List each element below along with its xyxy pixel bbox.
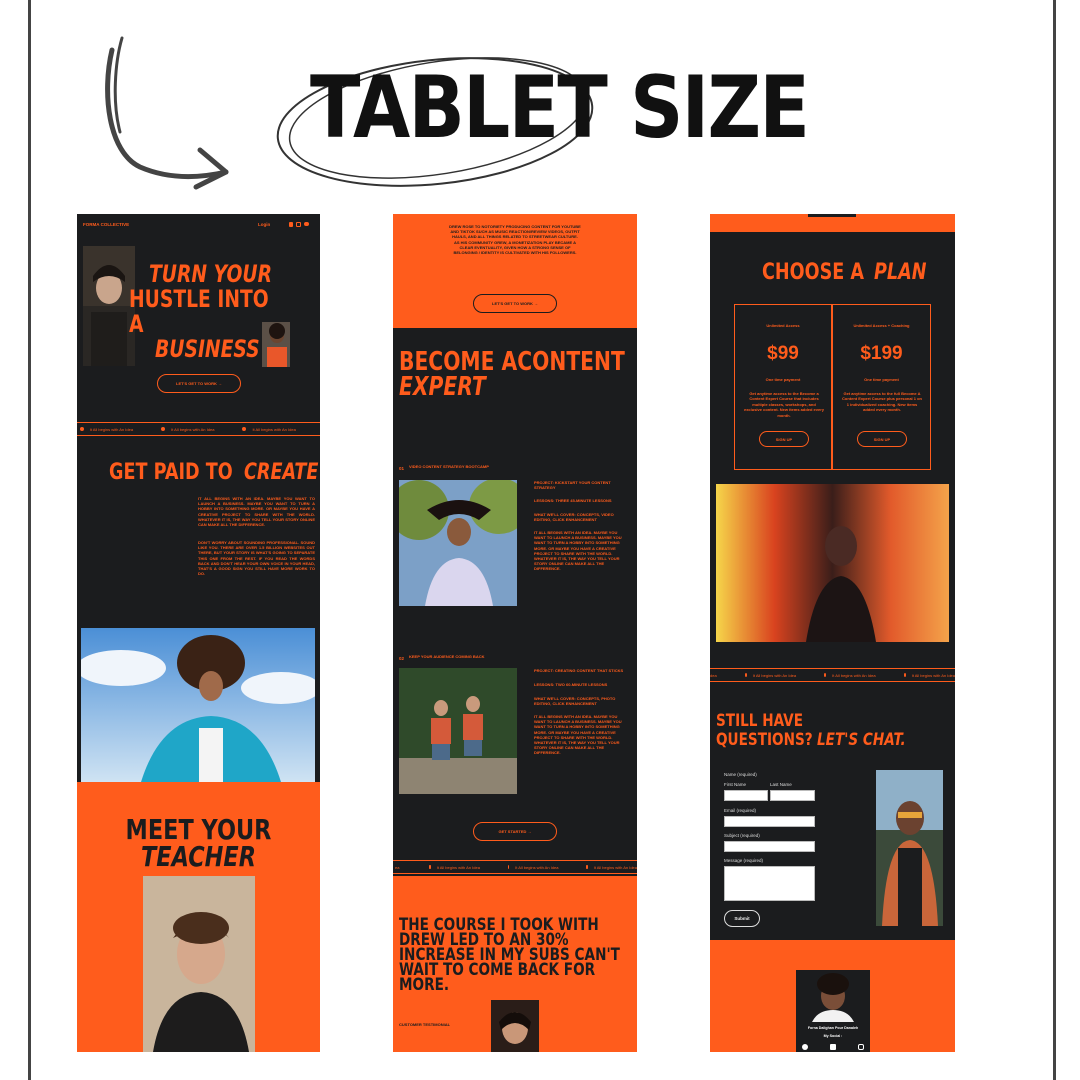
module-1-number: 01 — [399, 466, 405, 471]
paid-paragraph-1: IT ALL BEGINS WITH AN IDEA. MAYBE YOU WA… — [198, 496, 315, 528]
hero-heading: TURN YOUR HUSTLE INTO A BUSINESS — [129, 260, 317, 363]
brand-logo[interactable]: FORMA COLLECTIVE — [83, 222, 129, 227]
hero-photo-left — [83, 246, 135, 366]
footer-social-label: My Social : — [823, 1034, 843, 1038]
twitter-icon[interactable] — [304, 222, 309, 226]
plan-2-signup-button[interactable]: Sign Up — [857, 431, 907, 447]
plan-1-term: One time payment — [765, 377, 801, 382]
curved-arrow-icon — [105, 36, 229, 190]
paid-paragraph-2: DON'T WORRY ABOUT SOUNDING PROFESSIONAL.… — [198, 540, 315, 577]
hero-cta-button[interactable]: LET'S GET TO WORK → — [157, 374, 241, 393]
module-1-body: IT ALL BEGINS WITH AN IDEA. MAYBE YOU WA… — [534, 530, 622, 572]
email-label: Email (required) — [724, 808, 757, 813]
message-textarea[interactable] — [724, 866, 815, 901]
teacher-heading: MEET YOUR TEACHER — [125, 813, 272, 873]
intro-section: DREW ROSE TO NOTORIETY PRODUCING CONTENT… — [393, 214, 637, 328]
hero-line-3: BUSINESS — [155, 335, 260, 363]
module-1-cover: WHAT WE'LL COVER: CONCEPTS, VIDEO EDITIN… — [534, 512, 614, 523]
module-2-title: KEEP YOUR AUDIENCE COMING BACK — [409, 654, 485, 659]
sky-photo — [81, 628, 315, 782]
plan-2-term: One time payment — [864, 377, 899, 382]
footer-avatar — [804, 970, 862, 1022]
tablet-panel-course: DREW ROSE TO NOTORIETY PRODUCING CONTENT… — [393, 214, 637, 1052]
footer-section: Forna Dalighan Pour Danaleh My Social : — [710, 940, 955, 1052]
tiktok-icon[interactable] — [289, 222, 293, 227]
plan-card-basic: Unlimited Access $99 One time payment Ge… — [734, 304, 832, 470]
plan-card-coaching: Unlimited Access + Coaching $199 One tim… — [832, 304, 931, 470]
chat-photo — [876, 770, 943, 926]
hero-line-2: HUSTLE INTO A — [129, 285, 269, 338]
module-2-project: PROJECT: CREATING CONTENT THAT STICKS — [534, 668, 624, 673]
teacher-section: MEET YOUR TEACHER — [77, 782, 320, 1052]
get-paid-title: GET PAID TO CREATE — [109, 460, 319, 485]
plan-1-description: Get anytime access to the Become a Conte… — [743, 391, 825, 418]
module-1-project: PROJECT: KICKSTART YOUR CONTENT STRATEGY — [534, 480, 611, 491]
page-heading: TABLET SIZE — [270, 40, 810, 200]
plan-1-price: $99 — [767, 343, 799, 364]
intro-cta-button[interactable]: LET'S GET TO WORK → — [473, 294, 557, 313]
email-input[interactable] — [724, 816, 815, 827]
github-icon[interactable] — [802, 1044, 808, 1050]
subject-input[interactable] — [724, 841, 815, 852]
module-1-photo — [399, 480, 517, 606]
chat-heading: STILL HAVE QUESTIONS? LET'S CHAT. — [716, 711, 906, 750]
linkedin-icon[interactable] — [830, 1044, 836, 1050]
module-2-body: IT ALL BEGINS WITH AN IDEA. MAYBE YOU WA… — [534, 714, 622, 756]
top-strip-image — [808, 214, 856, 217]
login-link[interactable]: Login — [258, 222, 270, 227]
ticker-bar: ea It All begins with An Idea It All begi… — [393, 860, 637, 874]
name-label: Name (required) — [724, 772, 757, 777]
footer-name: Forna Dalighan Pour Danaleh — [807, 1026, 859, 1030]
module-1-lessons: LESSONS: THREE 45-MINUTE LESSONS — [534, 498, 612, 503]
testimonial-section: THE COURSE I TOOK WITH DREW LED TO AN 30… — [393, 876, 637, 1052]
plan-1-name: Unlimited Access — [766, 323, 800, 328]
subject-label: Subject (required) — [724, 833, 760, 838]
content-expert-heading: BECOME ACONTENT EXPERT — [399, 347, 625, 402]
plan-2-name: Unlimited Access + Coaching — [853, 323, 910, 328]
social-icons — [289, 222, 309, 227]
heading-text: TABLET SIZE — [310, 58, 810, 158]
hero-line-1: TURN YOUR — [149, 260, 272, 288]
choose-plan-title: CHOOSE A PLAN — [762, 260, 927, 285]
module-1-title: VIDEO CONTENT STRATEGY BOOTCAMP — [409, 464, 489, 469]
intro-text: DREW ROSE TO NOTORIETY PRODUCING CONTENT… — [449, 224, 581, 256]
ticker-bar: deaIt All begins with An Idea It All beg… — [77, 422, 320, 436]
module-2-number: 02 — [399, 656, 405, 661]
module-2-lessons: LESSONS: TWO 60-MINUTE LESSONS — [534, 682, 608, 687]
testimonial-photo — [491, 1000, 539, 1052]
module-2-cover: WHAT WE'LL COVER: CONCEPTS, PHOTO EDITIN… — [534, 696, 616, 707]
testimonial-label: CUSTOMER TESTIMONIAL — [399, 1022, 451, 1027]
get-started-button[interactable]: GET STARTED → — [473, 822, 557, 841]
teacher-photo — [143, 876, 255, 1052]
module-2-photo — [399, 668, 517, 794]
instagram-icon[interactable] — [296, 222, 301, 227]
ticker-text: It All begins with An Idea — [89, 426, 134, 432]
first-name-input[interactable] — [724, 790, 768, 801]
footer-social-icons — [802, 1044, 864, 1050]
last-name-label: Last Name — [770, 782, 792, 787]
tablet-panel-pricing: CHOOSE A PLAN Unlimited Access $99 One t… — [710, 214, 955, 1052]
testimonial-quote: THE COURSE I TOOK WITH DREW LED TO AN 30… — [399, 915, 620, 995]
plan-2-description: Get anytime access to the full Become A … — [841, 391, 922, 413]
message-label: Message (required) — [724, 858, 764, 863]
plan-2-price: $199 — [860, 343, 903, 364]
neon-portrait-photo — [716, 484, 949, 642]
tablet-panel-home: FORMA COLLECTIVE Login TURN YOUR HUSTLE … — [77, 214, 320, 1052]
last-name-input[interactable] — [770, 790, 815, 801]
plan-1-signup-button[interactable]: Sign Up — [759, 431, 809, 447]
instagram-icon[interactable] — [858, 1044, 864, 1050]
ticker-bar: deaIt All begins with An Idea It All beg… — [710, 668, 955, 682]
submit-button[interactable]: Submit — [724, 910, 760, 927]
first-name-label: First Name — [724, 782, 747, 787]
footer-card: Forna Dalighan Pour Danaleh My Social : — [796, 970, 870, 1052]
